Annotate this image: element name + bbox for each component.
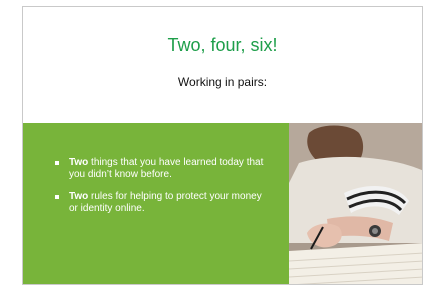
bullet-list: Two things that you have learned today t… (55, 157, 270, 225)
bullet-bold: Two (69, 157, 89, 168)
bullet-bold: Two (69, 191, 89, 202)
bullet-item: Two rules for helping to protect your mo… (55, 191, 270, 215)
bullet-item: Two things that you have learned today t… (55, 157, 270, 181)
photo-person-writing-in-notebook-icon (289, 123, 422, 284)
bullet-panel: Two things that you have learned today t… (23, 123, 289, 284)
slide-title: Two, four, six! (167, 35, 278, 55)
slide-subtitle: Working in pairs: (177, 75, 268, 89)
person-writing-photo (289, 123, 422, 284)
bullet-marker-icon (55, 161, 59, 165)
bullet-marker-icon (55, 195, 59, 199)
slide: Two, four, six! Working in pairs: Two th… (22, 6, 423, 285)
bullet-text: things that you have learned today that … (69, 157, 264, 180)
bullet-text: rules for helping to protect your money … (69, 191, 262, 214)
